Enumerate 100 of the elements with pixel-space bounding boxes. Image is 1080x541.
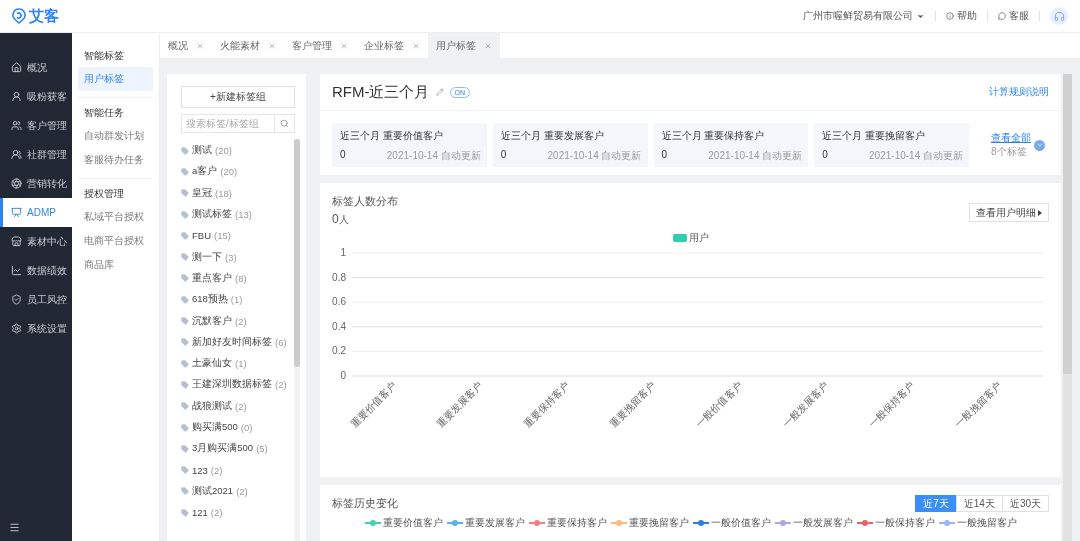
legend-item[interactable]: 用户 bbox=[672, 231, 709, 245]
tag-icon bbox=[181, 466, 189, 475]
stat-updated: 2021-10-14 自动更新 bbox=[386, 149, 481, 163]
close-icon[interactable] bbox=[484, 41, 492, 50]
sidebar-item[interactable]: 素材中心 bbox=[0, 227, 72, 256]
subnav-group-title: 智能任务 bbox=[83, 106, 125, 120]
menu-icon[interactable] bbox=[9, 522, 20, 533]
y-tick-label: 0 bbox=[340, 370, 346, 381]
legend-item[interactable]: 一般挽留客户 bbox=[938, 516, 1017, 530]
tag-item[interactable]: 测试标签 (13) bbox=[181, 203, 294, 226]
search-icon[interactable] bbox=[275, 114, 295, 133]
sidebar-item[interactable]: 营销转化 bbox=[0, 169, 72, 198]
sidebar-item[interactable]: 概况 bbox=[0, 53, 72, 82]
subnav-item[interactable]: 电商平台授权 bbox=[78, 229, 153, 253]
tag-item[interactable]: 测一下 (3) bbox=[181, 246, 294, 268]
legend-item[interactable]: 一般保持客户 bbox=[856, 516, 935, 530]
stat-title: 近三个月 重要发展客户 bbox=[500, 129, 605, 143]
search-field[interactable]: 搜索标签/标签组 bbox=[181, 114, 275, 133]
legend-item[interactable]: 一般价值客户 bbox=[692, 516, 771, 530]
tag-item[interactable]: 新加好友时间标签 (6) bbox=[181, 331, 294, 353]
caret-icon bbox=[1038, 209, 1042, 216]
sidebar-item[interactable]: 数据绩效 bbox=[0, 256, 72, 285]
tag-item[interactable]: 121 (2) bbox=[181, 502, 294, 524]
tag-item[interactable]: 123 (2) bbox=[181, 459, 294, 481]
store-icon bbox=[11, 236, 22, 247]
legend-item[interactable]: 重要价值客户 bbox=[364, 516, 443, 530]
tag-icon bbox=[181, 253, 189, 262]
legend-item[interactable]: 一般发展客户 bbox=[774, 516, 853, 530]
expand-icon[interactable] bbox=[1034, 139, 1045, 151]
scrollbar-thumb[interactable] bbox=[294, 139, 300, 367]
presentation-icon bbox=[11, 207, 22, 218]
sidebar-item[interactable]: 客户管理 bbox=[0, 111, 72, 140]
stat-updated: 2021-10-14 自动更新 bbox=[869, 149, 963, 163]
subnav-item[interactable]: 私域平台授权 bbox=[78, 205, 153, 229]
company-selector[interactable]: 广州市喔鲜贸易有限公司 bbox=[803, 9, 925, 23]
x-tick-label: 重要挽留客户 bbox=[607, 379, 658, 430]
edit-icon[interactable] bbox=[435, 88, 444, 96]
help-link[interactable]: 帮助 bbox=[946, 9, 977, 23]
tab[interactable]: 用户标签 bbox=[428, 33, 500, 58]
legend-swatch bbox=[672, 234, 687, 242]
tag-item[interactable]: 王建深圳数据标签 (2) bbox=[181, 374, 294, 396]
rule-link[interactable]: 计算规则说明 bbox=[989, 85, 1049, 99]
close-icon[interactable] bbox=[268, 41, 276, 50]
tag-icon bbox=[181, 167, 189, 176]
scrollbar-thumb[interactable] bbox=[1063, 74, 1072, 374]
tag-icon bbox=[181, 317, 189, 325]
group-title: RFM-近三个月 bbox=[332, 82, 430, 102]
close-icon[interactable] bbox=[412, 41, 420, 50]
new-tag-group-button[interactable]: +新建标签组 bbox=[181, 86, 295, 108]
logo-text: 艾客 bbox=[29, 6, 59, 26]
close-icon[interactable] bbox=[196, 41, 204, 50]
tag-icon bbox=[181, 338, 189, 347]
subnav-item[interactable]: 自动群发计划 bbox=[78, 124, 153, 148]
section-title: 标签历史变化 bbox=[332, 496, 398, 511]
sidebar-item[interactable]: 社群管理 bbox=[0, 140, 72, 169]
stat-updated: 2021-10-14 自动更新 bbox=[547, 149, 642, 163]
tag-item[interactable]: 3月购买满500 (5) bbox=[181, 438, 294, 460]
tag-icon bbox=[181, 423, 189, 432]
sidebar-item[interactable]: 系统设置 bbox=[0, 314, 72, 343]
sidebar-item[interactable]: 吸粉获客 bbox=[0, 82, 72, 111]
avatar[interactable] bbox=[1050, 7, 1068, 25]
subnav-item[interactable]: 客服待办任务 bbox=[78, 148, 153, 172]
range-button[interactable]: 近14天 bbox=[955, 495, 1003, 512]
tag-item[interactable]: 皇冠 (18) bbox=[181, 182, 294, 204]
logo-icon bbox=[12, 8, 26, 24]
tag-item[interactable]: a客户 (20) bbox=[181, 161, 294, 183]
service-link[interactable]: 客服 bbox=[998, 9, 1029, 23]
users-icon bbox=[11, 120, 22, 131]
line-chart-icon bbox=[11, 265, 22, 276]
tag-item[interactable]: 土豪仙女 (1) bbox=[181, 352, 294, 375]
stat-count: 0 bbox=[661, 149, 668, 162]
subnav-item[interactable]: 用户标签 bbox=[78, 67, 153, 91]
tag-icon bbox=[181, 189, 189, 198]
subnav-group-title: 智能标签 bbox=[83, 49, 125, 63]
tag-item[interactable]: 618预热 (1) bbox=[181, 289, 294, 311]
tag-icon bbox=[181, 359, 189, 368]
tag-item[interactable]: 测试 (20) bbox=[181, 140, 294, 162]
legend-item[interactable]: 重要保持客户 bbox=[528, 516, 607, 530]
sidebar-item[interactable]: 员工风控 bbox=[0, 285, 72, 314]
view-all-link[interactable]: 查看全部 bbox=[991, 131, 1031, 145]
x-tick-label: 一般发展客户 bbox=[780, 379, 831, 430]
legend-item[interactable]: 重要发展客户 bbox=[446, 516, 525, 530]
y-tick-label: 0.2 bbox=[332, 345, 346, 357]
close-icon[interactable] bbox=[340, 41, 348, 50]
subnav-item[interactable]: 商品库 bbox=[78, 253, 153, 277]
tag-item[interactable]: 沉默客户 (2) bbox=[181, 310, 294, 332]
tag-item[interactable]: 购买满500 (0) bbox=[181, 416, 294, 439]
shield-check-icon bbox=[11, 294, 22, 305]
legend-item[interactable]: 重要挽留客户 bbox=[610, 516, 689, 530]
tag-item[interactable]: 重点客户 (8) bbox=[181, 267, 294, 290]
tag-item[interactable]: FBU (15) bbox=[181, 225, 294, 247]
range-button[interactable]: 近30天 bbox=[1001, 495, 1049, 512]
tag-item[interactable]: 战狼测试 (2) bbox=[181, 395, 294, 417]
sidebar-item[interactable]: ADMP bbox=[0, 198, 72, 227]
view-details-button[interactable]: 查看用户明细 bbox=[969, 203, 1049, 222]
stat-title: 近三个月 重要价值客户 bbox=[340, 129, 444, 143]
stat-title: 近三个月 重要挽留客户 bbox=[822, 129, 927, 143]
tag-icon bbox=[181, 146, 189, 155]
tag-item[interactable]: 测试2021 (2) bbox=[181, 480, 294, 503]
stat-updated: 2021-10-14 自动更新 bbox=[708, 149, 803, 163]
